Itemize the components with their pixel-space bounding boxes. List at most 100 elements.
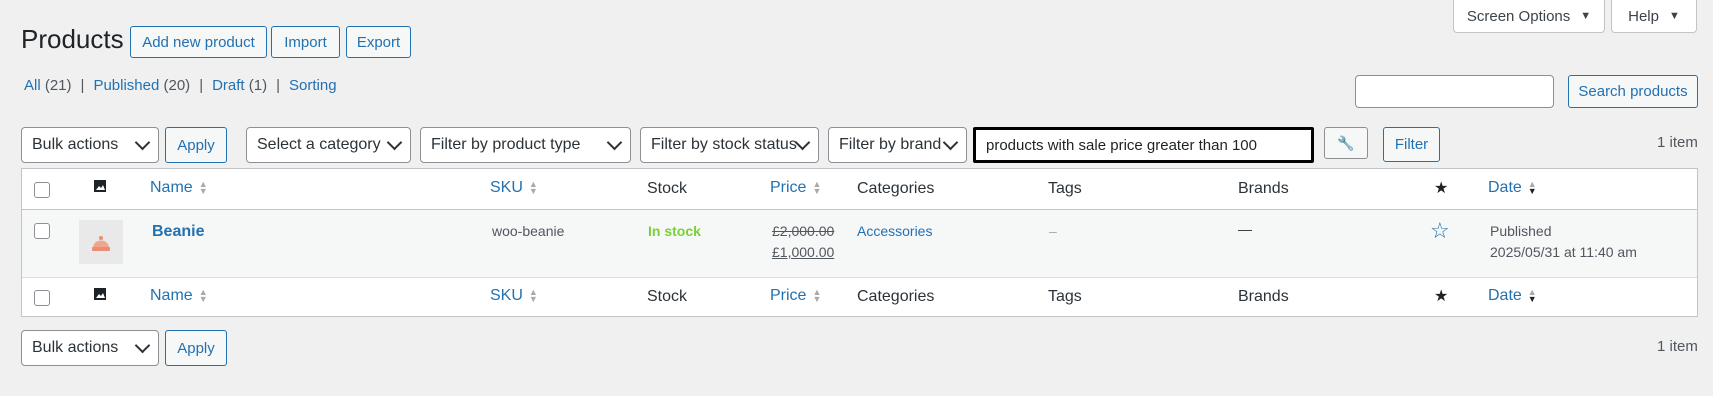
- column-price-label: Price: [770, 287, 807, 304]
- filter-query-value: products with sale price greater than 10…: [986, 136, 1257, 154]
- wand-button[interactable]: 🔧: [1324, 127, 1368, 159]
- product-sku: woo-beanie: [492, 223, 565, 239]
- page-title: Products: [21, 24, 124, 54]
- export-button[interactable]: Export: [346, 26, 411, 58]
- sort-icon: ▲ ▼: [528, 287, 538, 304]
- product-type-select[interactable]: Filter by product type: [420, 127, 631, 163]
- bulk-actions-select-bottom[interactable]: Bulk actions: [21, 330, 159, 366]
- sort-icon: ▲ ▼: [812, 287, 822, 304]
- column-stock: Stock: [647, 180, 688, 197]
- view-sorting-link[interactable]: Sorting: [289, 77, 337, 94]
- sort-icon: ▲ ▼: [812, 179, 822, 196]
- chevron-down-icon: [134, 337, 151, 354]
- star-icon[interactable]: ★: [1434, 286, 1448, 306]
- column-name-footer[interactable]: Name ▲ ▼: [150, 287, 208, 305]
- column-date-footer[interactable]: Date ▲ ▼: [1488, 287, 1537, 305]
- column-date-label: Date: [1488, 179, 1522, 196]
- triangle-down-icon: ▼: [1668, 10, 1680, 22]
- divider: [22, 277, 1697, 278]
- select-all-checkbox[interactable]: [34, 182, 50, 198]
- sort-icon: ▲ ▼: [1527, 179, 1537, 196]
- category-link[interactable]: Accessories: [857, 223, 932, 239]
- chevron-down-icon: [606, 134, 623, 151]
- column-price[interactable]: Price ▲ ▼: [770, 179, 821, 197]
- stock-status-badge: In stock: [648, 223, 701, 239]
- view-filters: All (21) | Published (20) | Draft (1) | …: [24, 77, 337, 94]
- category-select[interactable]: Select a category: [246, 127, 411, 163]
- brands-value: —: [1238, 221, 1252, 237]
- item-count: 1 item: [1657, 134, 1698, 151]
- star-icon[interactable]: ★: [1434, 178, 1448, 198]
- triangle-down-icon: ▼: [1580, 10, 1592, 22]
- select-all-checkbox-footer[interactable]: [34, 290, 50, 306]
- add-new-product-button[interactable]: Add new product: [130, 26, 267, 58]
- column-categories: Categories: [857, 180, 935, 197]
- column-brands: Brands: [1238, 180, 1289, 197]
- wand-icon: 🔧: [1337, 134, 1355, 151]
- product-type-select-value: Filter by product type: [431, 136, 581, 153]
- featured-star-icon[interactable]: ☆: [1430, 218, 1450, 244]
- search-products-button[interactable]: Search products: [1568, 75, 1698, 108]
- apply-button[interactable]: Apply: [165, 127, 227, 163]
- view-published-link[interactable]: Published (20): [93, 77, 190, 94]
- column-name-label: Name: [150, 179, 193, 196]
- category-select-value: Select a category: [257, 136, 381, 153]
- divider: |: [80, 77, 85, 94]
- stock-status-select-value: Filter by stock status: [651, 136, 797, 153]
- stock-status-select[interactable]: Filter by stock status: [640, 127, 819, 163]
- row-checkbox[interactable]: [34, 223, 50, 239]
- column-name[interactable]: Name ▲ ▼: [150, 179, 208, 197]
- column-tags: Tags: [1048, 180, 1082, 197]
- item-count-bottom: 1 item: [1657, 338, 1698, 355]
- screen-options-button[interactable]: Screen Options ▼: [1453, 0, 1605, 33]
- product-thumbnail[interactable]: [79, 220, 123, 264]
- sort-icon: ▲ ▼: [198, 287, 208, 304]
- regular-price: £2,000.00: [772, 223, 835, 239]
- image-icon: [93, 287, 107, 306]
- column-categories-footer: Categories: [857, 288, 935, 305]
- column-tags-footer: Tags: [1048, 288, 1082, 305]
- sort-icon: ▲ ▼: [528, 179, 538, 196]
- chevron-down-icon: [942, 134, 959, 151]
- column-brands-footer: Brands: [1238, 288, 1289, 305]
- column-sku-label: SKU: [490, 179, 523, 196]
- help-button[interactable]: Help ▼: [1611, 0, 1697, 33]
- brand-select-value: Filter by brand: [839, 136, 942, 153]
- products-table: Name ▲ ▼ SKU ▲ ▼ Stock Price ▲ ▼ Categories…: [21, 168, 1698, 317]
- column-date[interactable]: Date ▲ ▼: [1488, 179, 1537, 197]
- apply-button-bottom[interactable]: Apply: [165, 330, 227, 366]
- sort-icon: ▲ ▼: [1527, 287, 1537, 304]
- brand-select[interactable]: Filter by brand: [828, 127, 967, 163]
- column-name-label: Name: [150, 287, 193, 304]
- filter-query-input[interactable]: products with sale price greater than 10…: [973, 127, 1314, 163]
- view-all-link[interactable]: All (21): [24, 77, 72, 94]
- bulk-actions-value: Bulk actions: [32, 136, 119, 153]
- divider: |: [276, 77, 281, 94]
- column-sku-label: SKU: [490, 287, 523, 304]
- product-name-link[interactable]: Beanie: [152, 223, 204, 241]
- column-sku[interactable]: SKU ▲ ▼: [490, 179, 538, 197]
- import-button[interactable]: Import: [271, 26, 340, 58]
- column-stock-footer: Stock: [647, 288, 688, 305]
- image-icon: [93, 179, 107, 196]
- column-price-label: Price: [770, 179, 807, 196]
- post-date: 2025/05/31 at 11:40 am: [1490, 244, 1637, 260]
- divider: |: [199, 77, 204, 94]
- search-input[interactable]: [1355, 75, 1554, 108]
- filter-button[interactable]: Filter: [1383, 127, 1440, 162]
- column-price-footer[interactable]: Price ▲ ▼: [770, 287, 821, 305]
- view-draft-link[interactable]: Draft (1): [212, 77, 267, 94]
- chevron-down-icon: [386, 134, 403, 151]
- beanie-image: [92, 236, 110, 251]
- screen-options-label: Screen Options: [1466, 7, 1571, 25]
- sale-price: £1,000.00: [772, 244, 835, 260]
- column-sku-footer[interactable]: SKU ▲ ▼: [490, 287, 538, 305]
- bulk-actions-value: Bulk actions: [32, 339, 119, 356]
- tags-value: –: [1049, 223, 1057, 239]
- help-label: Help: [1628, 7, 1659, 25]
- chevron-down-icon: [794, 134, 811, 151]
- column-date-label: Date: [1488, 287, 1522, 304]
- chevron-down-icon: [134, 134, 151, 151]
- bulk-actions-select[interactable]: Bulk actions: [21, 127, 159, 163]
- post-status: Published: [1490, 223, 1552, 239]
